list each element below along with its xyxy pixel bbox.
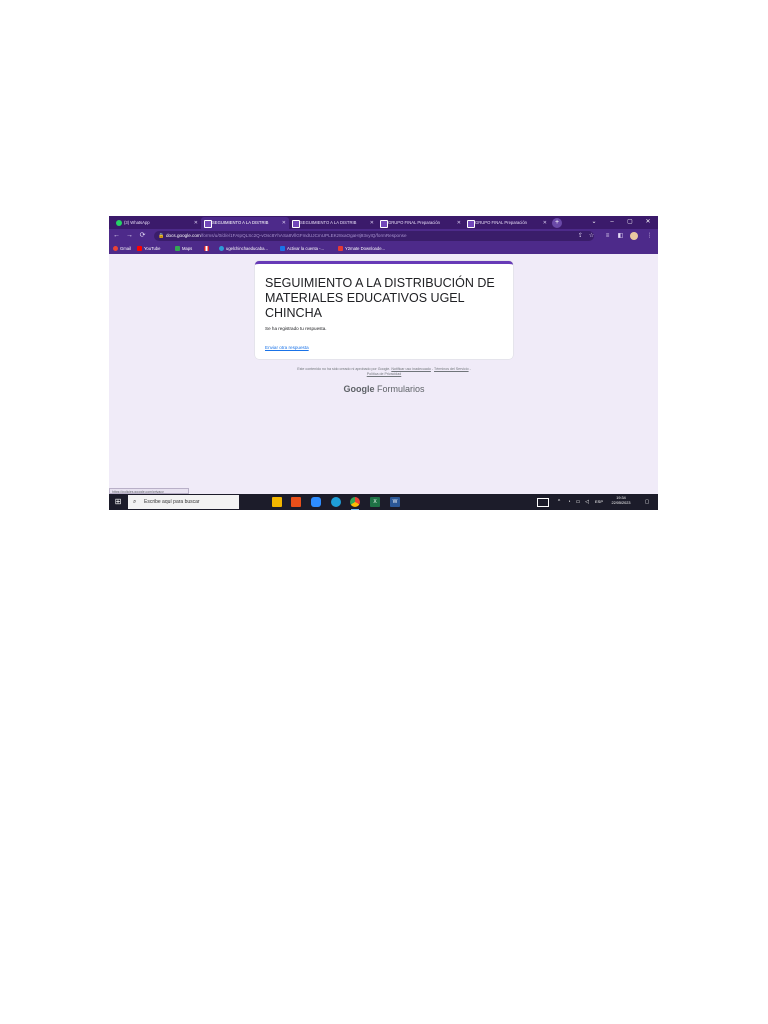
report-abuse-link[interactable]: Notificar uso inadecuado (391, 367, 431, 371)
youtube-icon (137, 246, 142, 251)
edge-icon[interactable] (331, 497, 341, 507)
chrome-icon[interactable] (350, 497, 360, 510)
search-placeholder: Escribe aquí para buscar (144, 499, 200, 505)
reload-icon[interactable]: ⟳ (138, 231, 147, 241)
notification-icon[interactable]: ▢ (642, 497, 652, 507)
bookmark-label: Y2mate Downloade... (345, 246, 386, 251)
windows-start-icon[interactable]: ⊞ (113, 497, 123, 507)
language-indicator[interactable]: ESP (593, 497, 605, 507)
form-title: SEGUIMIENTO A LA DISTRIBUCIÓN DE MATERIA… (265, 276, 495, 320)
close-tab-icon[interactable]: ✕ (543, 217, 547, 229)
maximize-button[interactable]: ▢ (621, 216, 639, 229)
tab-seguimiento-active[interactable]: SEGUIMIENTO A LA DISTRIB ✕ (201, 217, 289, 229)
excel-icon[interactable]: X (370, 497, 380, 507)
keyboard-icon[interactable] (537, 498, 549, 507)
brand-google: Google (343, 384, 375, 394)
screenshot-frame: (3) WhatsApp ✕ SEGUIMIENTO A LA DISTRIB … (109, 216, 658, 510)
minimize-button[interactable]: – (603, 216, 621, 229)
tab-label: GRUPO FINAL Preparación (475, 220, 527, 225)
bookmark-label: Maps (182, 246, 193, 251)
clock-date: 22/05/2023 (611, 501, 631, 505)
taskbar-search-input[interactable]: ⌕ Escribe aquí para buscar (128, 495, 239, 509)
share-icon[interactable]: ⇪ (576, 231, 585, 241)
tab-label: (3) WhatsApp (124, 220, 150, 225)
close-tab-icon[interactable]: ✕ (282, 217, 286, 229)
battery-icon[interactable]: ▭ (574, 497, 582, 507)
profile-avatar[interactable] (630, 232, 638, 240)
forms-icon (292, 220, 300, 228)
bookmark-activar[interactable]: Activar la cuenta -... (279, 244, 324, 253)
tab-seguimiento[interactable]: SEGUIMIENTO A LA DISTRIB ✕ (289, 217, 377, 229)
lock-icon: 🔒 (158, 233, 165, 239)
chevron-down-icon[interactable]: ⌄ (585, 216, 603, 229)
close-tab-icon[interactable]: ✕ (370, 217, 374, 229)
star-icon[interactable]: ☆ (587, 231, 596, 241)
peru-flag-icon (204, 246, 209, 251)
bookmark-y2mate[interactable]: Y2mate Downloade... (337, 244, 385, 253)
address-bar[interactable]: 🔒 docs.google.com/forms/u/0/d/e/1FAIpQLS… (154, 231, 594, 241)
navigation-bar: ← → ⟳ 🔒 docs.google.com/forms/u/0/d/e/1F… (109, 229, 658, 243)
tab-grupo-final[interactable]: GRUPO FINAL Preparación ✕ (377, 217, 464, 229)
url-path: /forms/u/0/d/e/1FAIpQLSc2Q-vOsc8YhASa8Vl… (200, 233, 407, 238)
tab-label: SEGUIMIENTO A LA DISTRIB (212, 220, 269, 225)
disclaimer-prefix: Este contenido no ha sido creado ni apro… (297, 367, 391, 371)
response-card: SEGUIMIENTO A LA DISTRIBUCIÓN DE MATERIA… (255, 261, 513, 359)
zoom-icon[interactable] (311, 497, 321, 507)
forms-icon (204, 220, 212, 228)
privacy-link[interactable]: Política de Privacidad (367, 372, 402, 376)
bookmark-youtube[interactable]: YouTube (136, 244, 160, 253)
chevron-up-icon[interactable]: ^ (555, 497, 563, 507)
new-tab-button[interactable]: + (552, 218, 562, 228)
bookmark-label: ugelchinchaeducaba... (226, 246, 268, 251)
terms-link[interactable]: Términos del Servicio (434, 367, 469, 371)
tab-grupo-final[interactable]: GRUPO FINAL Preparación ✕ (464, 217, 550, 229)
media-control-icon[interactable]: ≡ (603, 231, 612, 241)
submit-another-link[interactable]: Enviar otra respuesta (265, 345, 309, 350)
form-page: SEGUIMIENTO A LA DISTRIBUCIÓN DE MATERIA… (109, 254, 658, 488)
bookmark-flag[interactable] (203, 244, 211, 253)
maps-icon (175, 246, 180, 251)
tab-whatsapp[interactable]: (3) WhatsApp ✕ (113, 217, 201, 229)
search-icon: ⌕ (133, 499, 137, 505)
disclaimer-text: Este contenido no ha sido creado ni apro… (259, 367, 509, 377)
brand-product: Formularios (377, 384, 425, 394)
forms-icon (467, 220, 475, 228)
back-arrow-icon[interactable]: ← (112, 231, 121, 241)
forward-arrow-icon[interactable]: → (125, 231, 134, 241)
close-window-button[interactable]: ✕ (639, 216, 657, 229)
tab-label: GRUPO FINAL Preparación (388, 220, 440, 225)
account-icon (280, 246, 285, 251)
tab-strip: (3) WhatsApp ✕ SEGUIMIENTO A LA DISTRIB … (109, 216, 658, 229)
word-icon[interactable]: W (390, 497, 400, 507)
windows-taskbar: ⊞ ⌕ Escribe aquí para buscar X W ^ ◔ ▭ ◁… (109, 494, 658, 510)
confirmation-message: Se ha registrado tu respuesta. (265, 326, 327, 331)
y2mate-icon (338, 246, 343, 251)
file-explorer-icon[interactable] (272, 497, 282, 507)
more-menu-icon[interactable]: ⋮ (645, 231, 654, 241)
store-icon[interactable] (291, 497, 301, 507)
close-tab-icon[interactable]: ✕ (194, 217, 198, 229)
bookmark-ugel[interactable]: ugelchinchaeducaba... (218, 244, 268, 253)
globe-icon (219, 246, 224, 251)
bookmark-gmail[interactable]: Gmail (112, 244, 131, 253)
google-forms-logo[interactable]: Google Formularios (259, 384, 509, 394)
close-tab-icon[interactable]: ✕ (457, 217, 461, 229)
network-icon[interactable]: ◔ (565, 497, 573, 507)
taskbar-clock[interactable]: 19:34 22/05/2023 (606, 496, 636, 506)
bookmark-maps[interactable]: Maps (174, 244, 192, 253)
separator: - (468, 367, 471, 371)
url-domain: docs.google.com (166, 233, 201, 238)
bookmark-label: Activar la cuenta -... (287, 246, 325, 251)
bookmark-label: Gmail (120, 246, 131, 251)
tab-label: SEGUIMIENTO A LA DISTRIB (300, 220, 357, 225)
bookmark-label: YouTube (144, 246, 161, 251)
forms-icon (380, 220, 388, 228)
volume-icon[interactable]: ◁ (583, 497, 591, 507)
gmail-icon (113, 246, 118, 251)
bookmarks-bar: Gmail YouTube Maps ugelchinchaeducaba...… (109, 243, 658, 254)
side-panel-icon[interactable]: ◧ (616, 231, 625, 241)
whatsapp-icon (116, 220, 122, 226)
